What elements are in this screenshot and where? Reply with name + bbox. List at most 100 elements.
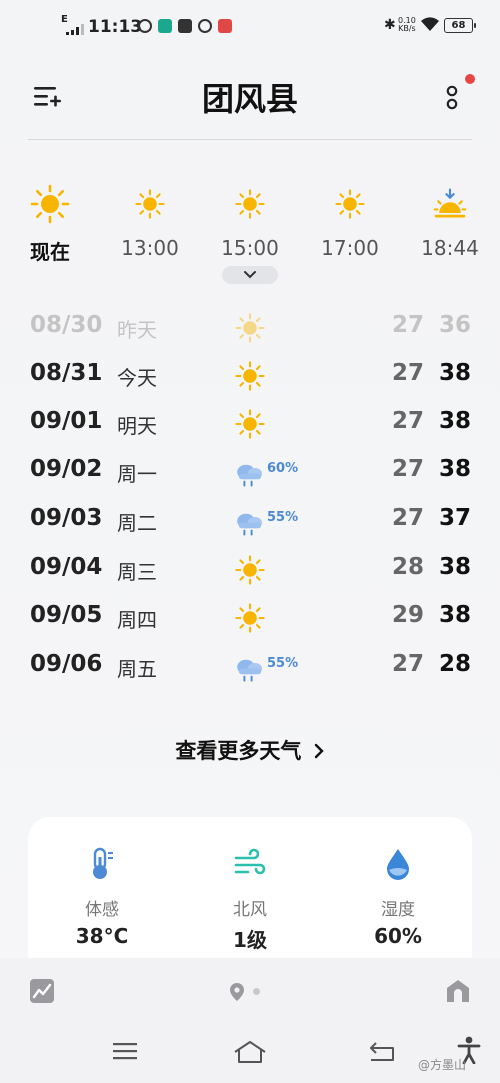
forecast-row[interactable]: 09/06 周五 55% 27 28 bbox=[0, 643, 500, 691]
forecast-low: 28 bbox=[392, 554, 425, 580]
stat-value: 60% bbox=[374, 924, 422, 948]
forecast-high: 28 bbox=[439, 651, 472, 677]
more-options-button[interactable] bbox=[440, 74, 476, 114]
forecast-date: 09/06 bbox=[30, 651, 103, 677]
weather-details-card: 体感 38°C 北风 1级 湿度 60% bbox=[28, 817, 472, 977]
forecast-high: 37 bbox=[439, 505, 472, 531]
signal-icon bbox=[66, 24, 84, 35]
forecast-low: 27 bbox=[392, 651, 425, 677]
sun-icon bbox=[30, 184, 70, 224]
clock: 11:13 bbox=[88, 17, 143, 37]
hourly-item: 15:00 bbox=[210, 184, 290, 260]
stat-value: 1级 bbox=[233, 928, 267, 952]
stat-feels-like: 体感 38°C bbox=[42, 847, 162, 948]
sun-icon bbox=[335, 189, 365, 219]
sunset-icon bbox=[433, 188, 467, 218]
page-title: 团风县 bbox=[201, 80, 298, 118]
stat-label: 湿度 bbox=[381, 900, 415, 920]
forecast-date: 09/05 bbox=[30, 602, 103, 628]
sun-icon bbox=[235, 555, 265, 585]
forecast-day: 周五 bbox=[117, 657, 157, 681]
stat-label: 北风 bbox=[233, 900, 267, 920]
hourly-time-label: 13:00 bbox=[121, 236, 179, 260]
forecast-day: 今天 bbox=[117, 366, 157, 390]
forecast-day: 周二 bbox=[117, 511, 157, 535]
forecast-high: 38 bbox=[439, 602, 472, 628]
sun-icon bbox=[235, 603, 265, 633]
hourly-time-label: 现在 bbox=[30, 240, 70, 264]
forecast-day: 周一 bbox=[117, 462, 157, 486]
stat-value: 38°C bbox=[75, 924, 129, 948]
more-weather-label: 查看更多天气 bbox=[175, 739, 302, 763]
wifi-icon bbox=[421, 17, 439, 31]
status-bar: E 11:13 ✱ 0.10 KB/s 68 bbox=[0, 0, 500, 56]
precip-chance: 60% bbox=[267, 461, 299, 476]
forecast-row[interactable]: 09/02 周一 60% 27 38 bbox=[0, 448, 500, 496]
forecast-row[interactable]: 09/04 周三 28 38 bbox=[0, 546, 500, 594]
forecast-date: 08/31 bbox=[30, 360, 103, 386]
app-notification-icon bbox=[138, 19, 152, 33]
forecast-row[interactable]: 08/30 昨天 27 36 bbox=[0, 304, 500, 352]
forecast-low: 27 bbox=[392, 505, 425, 531]
forecast-date: 09/01 bbox=[30, 408, 103, 434]
back-button[interactable] bbox=[368, 1040, 396, 1062]
forecast-low: 29 bbox=[392, 602, 425, 628]
video-notification-icon bbox=[178, 19, 192, 33]
forecast-high: 36 bbox=[439, 312, 472, 338]
precip-chance: 55% bbox=[267, 510, 299, 525]
humidity-drop-icon bbox=[387, 849, 409, 880]
hourly-time-label: 15:00 bbox=[221, 236, 279, 260]
forecast-low: 27 bbox=[392, 312, 425, 338]
app-notification-icon-red bbox=[218, 19, 232, 33]
forecast-date: 09/04 bbox=[30, 554, 103, 580]
hourly-item: 17:00 bbox=[310, 184, 390, 260]
home-tab-button[interactable] bbox=[445, 978, 471, 1004]
notification-dot bbox=[465, 74, 475, 84]
thermometer-icon bbox=[93, 847, 113, 879]
recent-apps-button[interactable] bbox=[112, 1040, 138, 1062]
wind-icon bbox=[234, 848, 266, 875]
forecast-high: 38 bbox=[439, 408, 472, 434]
watermark: @方墨山 bbox=[418, 1058, 467, 1072]
chevron-down-icon bbox=[244, 271, 256, 279]
network-speed: 0.10 KB/s bbox=[398, 16, 416, 33]
forecast-high: 38 bbox=[439, 360, 472, 386]
forecast-row[interactable]: 08/31 今天 27 38 bbox=[0, 352, 500, 400]
expand-hourly-button[interactable] bbox=[222, 266, 278, 284]
home-button[interactable] bbox=[233, 1040, 267, 1064]
forecast-day: 明天 bbox=[117, 414, 157, 438]
chevron-right-icon bbox=[314, 743, 324, 759]
forecast-low: 27 bbox=[392, 360, 425, 386]
rain-cloud-icon bbox=[237, 513, 262, 536]
page-indicator-dot bbox=[253, 988, 260, 995]
rain-cloud-icon bbox=[237, 659, 262, 682]
sun-icon bbox=[235, 409, 265, 439]
forecast-day: 昨天 bbox=[117, 318, 157, 342]
hourly-time-label: 18:44 bbox=[421, 236, 479, 260]
more-vertical-icon bbox=[446, 74, 475, 110]
battery-indicator: 68 bbox=[444, 18, 476, 33]
hourly-item: 18:44 bbox=[410, 184, 490, 260]
bluetooth-icon: ✱ bbox=[384, 17, 396, 33]
wechat-notification-icon bbox=[198, 19, 212, 33]
stat-humidity: 湿度 60% bbox=[338, 847, 458, 948]
forecast-high: 38 bbox=[439, 554, 472, 580]
header-divider bbox=[28, 139, 472, 140]
forecast-row[interactable]: 09/01 明天 27 38 bbox=[0, 400, 500, 448]
sun-icon bbox=[235, 313, 265, 343]
forecast-low: 27 bbox=[392, 456, 425, 482]
forecast-row[interactable]: 09/05 周四 29 38 bbox=[0, 594, 500, 642]
trend-chart-button[interactable] bbox=[29, 978, 55, 1004]
forecast-low: 27 bbox=[392, 408, 425, 434]
precip-chance: 55% bbox=[267, 656, 299, 671]
hourly-item: 13:00 bbox=[110, 184, 190, 260]
forecast-row[interactable]: 09/03 周二 55% 27 37 bbox=[0, 497, 500, 545]
sun-icon bbox=[135, 189, 165, 219]
forecast-date: 08/30 bbox=[30, 312, 103, 338]
stat-wind: 北风 1级 bbox=[190, 847, 310, 953]
forecast-day: 周三 bbox=[117, 560, 157, 584]
location-pin-icon bbox=[230, 983, 244, 1001]
more-weather-link[interactable]: 查看更多天气 bbox=[0, 735, 500, 765]
forecast-high: 38 bbox=[439, 456, 472, 482]
forecast-date: 09/02 bbox=[30, 456, 103, 482]
